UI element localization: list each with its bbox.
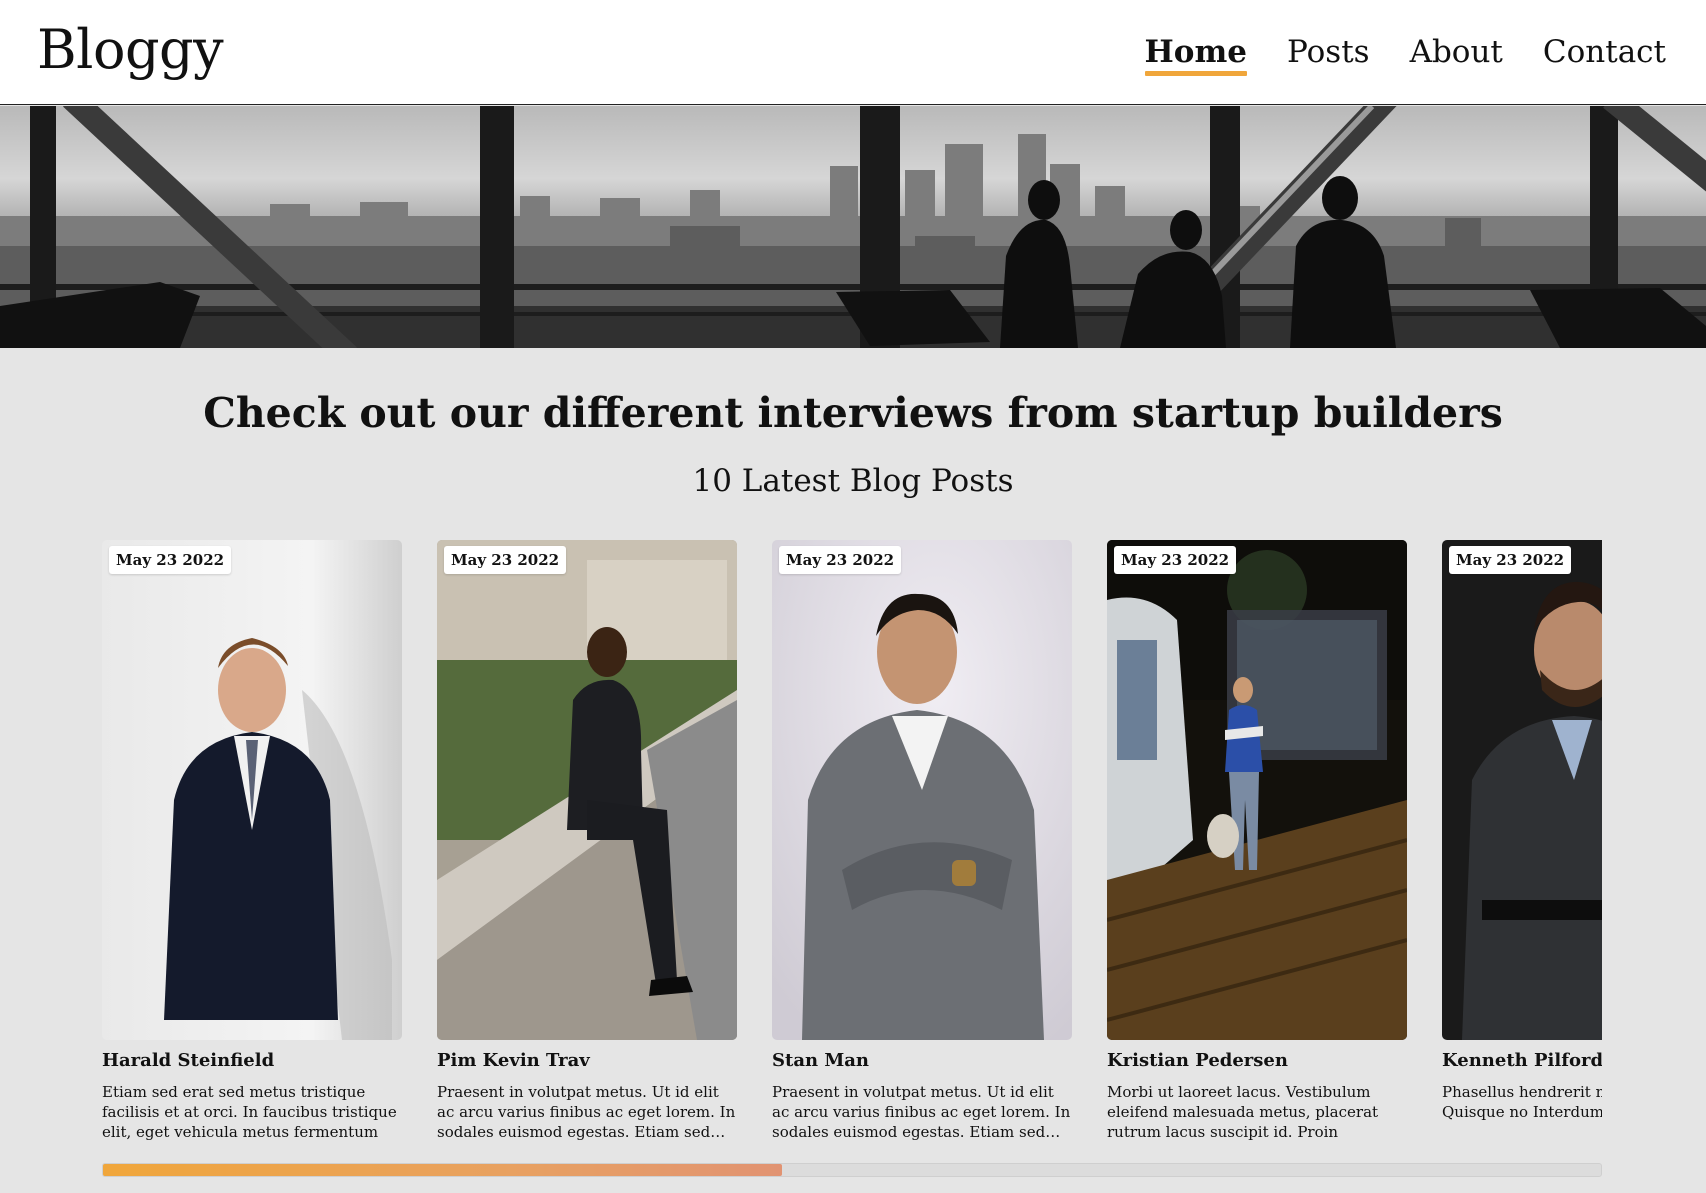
portrait-man-dark-suit <box>102 540 402 1040</box>
nav-contact[interactable]: Contact <box>1543 30 1666 74</box>
post-card[interactable]: May 23 2022 Harald Steinfield Etiam sed … <box>102 540 402 1142</box>
post-card[interactable]: May 23 2022 Stan Man Praesent in volutpa… <box>772 540 1072 1142</box>
nav-home[interactable]: Home <box>1144 30 1247 76</box>
carousel-scroll-thumb[interactable] <box>103 1164 782 1176</box>
post-card[interactable]: May 23 2022 Kristian Pedersen Morbi ut l… <box>1107 540 1407 1142</box>
portrait-man-dark-background <box>1442 540 1602 1040</box>
site-logo[interactable]: Bloggy <box>37 18 224 82</box>
post-excerpt: Praesent in volutpat metus. Ut id elit a… <box>437 1083 736 1141</box>
post-excerpt: Phasellus hendrerit ma consequat. Quisqu… <box>1442 1083 1602 1121</box>
post-author-name[interactable]: Pim Kevin Trav <box>437 1050 737 1072</box>
nav-posts[interactable]: Posts <box>1287 30 1370 74</box>
post-card[interactable]: May 23 2022 Kenneth Pilford Phasellus he… <box>1442 540 1602 1142</box>
main-nav: Home Posts About Contact <box>1144 30 1666 76</box>
post-date-badge: May 23 2022 <box>109 546 232 574</box>
post-author-name[interactable]: Harald Steinfield <box>102 1050 402 1072</box>
post-card[interactable]: May 23 2022 Pim Kevin Trav Praesent in v… <box>437 540 737 1142</box>
section-subheadline: 10 Latest Blog Posts <box>692 463 1014 499</box>
portrait-man-grey-suit <box>772 540 1072 1040</box>
portrait-man-sitting-on-wall <box>437 540 737 1040</box>
post-photo[interactable]: May 23 2022 <box>102 540 402 1040</box>
post-date-badge: May 23 2022 <box>1449 546 1572 574</box>
post-date-badge: May 23 2022 <box>444 546 567 574</box>
post-author-name[interactable]: Stan Man <box>772 1050 1072 1072</box>
posts-carousel[interactable]: May 23 2022 Harald Steinfield Etiam sed … <box>102 540 1602 1145</box>
post-date-badge: May 23 2022 <box>1114 546 1237 574</box>
post-excerpt: Etiam sed erat sed metus tristique facil… <box>102 1083 397 1141</box>
hero-image <box>0 106 1706 348</box>
city-skyline-image <box>0 106 1706 348</box>
post-date-badge: May 23 2022 <box>779 546 902 574</box>
page-headline: Check out our different interviews from … <box>203 389 1503 437</box>
post-photo[interactable]: May 23 2022 <box>1107 540 1407 1040</box>
post-excerpt: Morbi ut laoreet lacus. Vestibulum eleif… <box>1107 1083 1379 1141</box>
nav-about[interactable]: About <box>1410 30 1503 74</box>
post-photo[interactable]: May 23 2022 <box>772 540 1072 1040</box>
post-author-name[interactable]: Kenneth Pilford <box>1442 1050 1602 1072</box>
site-header: Bloggy Home Posts About Contact <box>0 0 1706 105</box>
portrait-man-with-dog-night <box>1107 540 1407 1040</box>
post-author-name[interactable]: Kristian Pedersen <box>1107 1050 1407 1072</box>
post-photo[interactable]: May 23 2022 <box>437 540 737 1040</box>
carousel-scrollbar[interactable] <box>102 1163 1602 1177</box>
post-excerpt: Praesent in volutpat metus. Ut id elit a… <box>772 1083 1071 1141</box>
post-photo[interactable]: May 23 2022 <box>1442 540 1602 1040</box>
